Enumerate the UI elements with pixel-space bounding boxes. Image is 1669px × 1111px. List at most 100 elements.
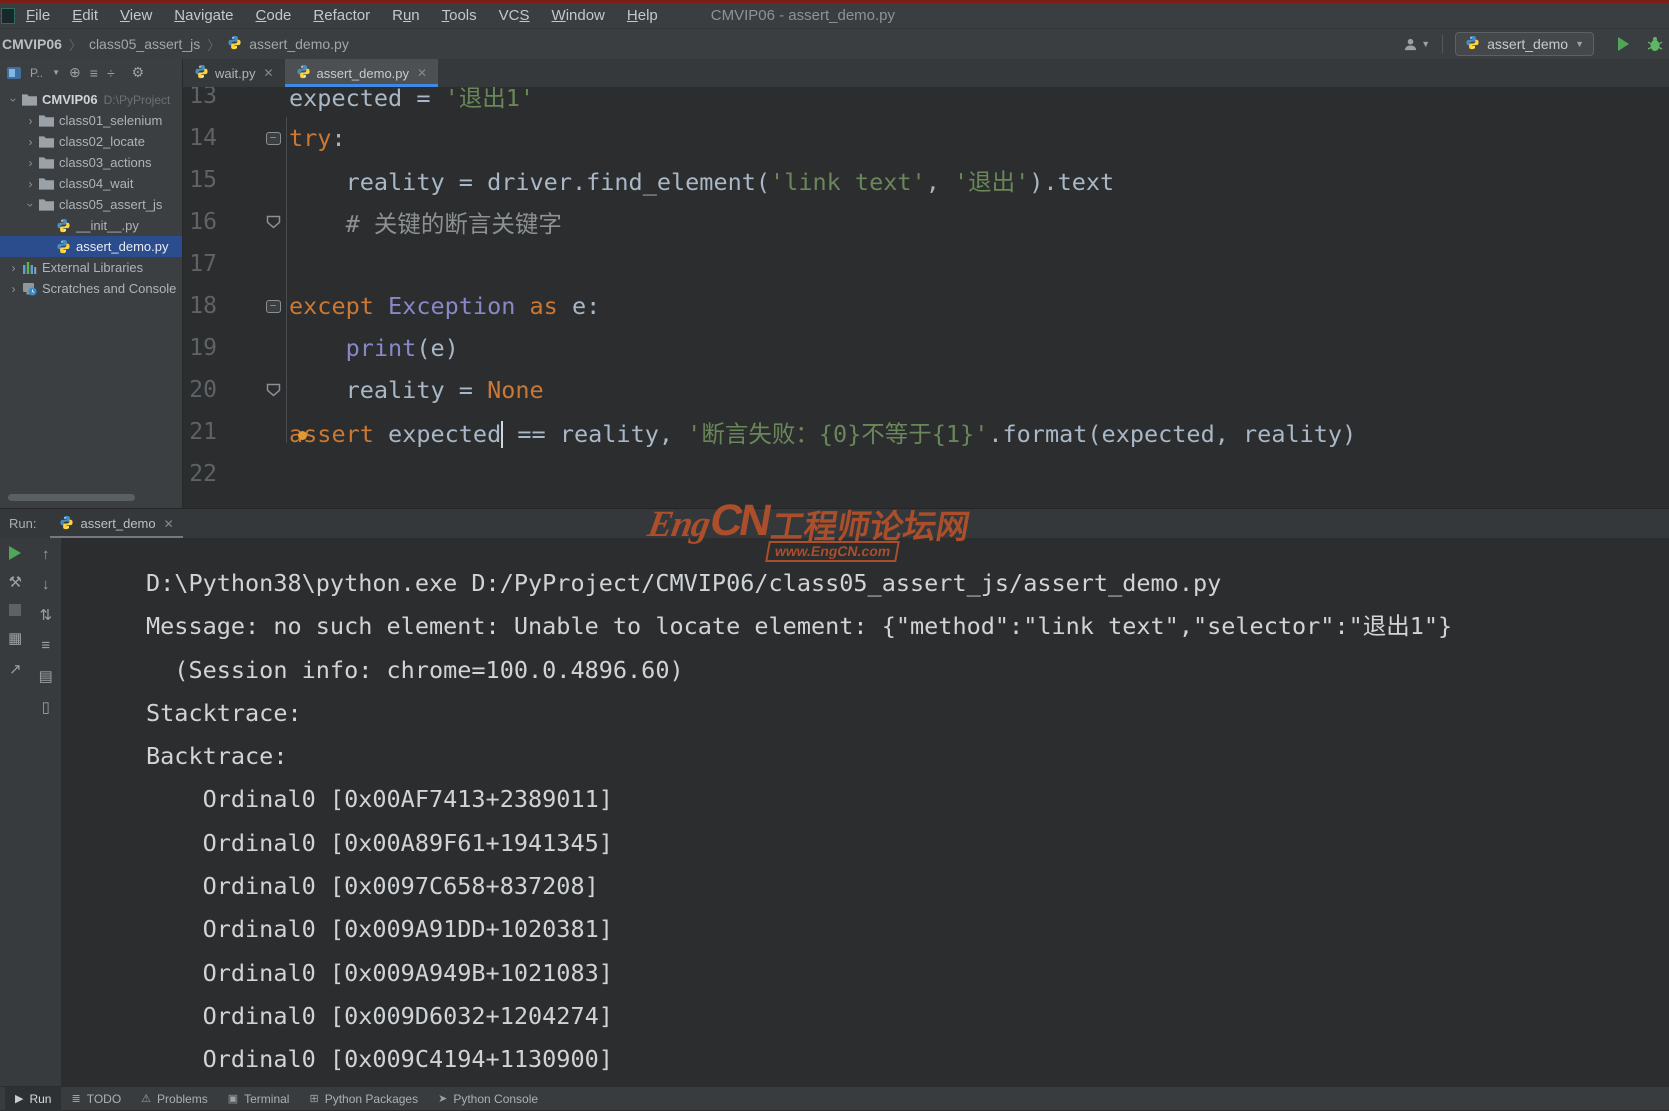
scroll-end-icon[interactable]: ≡	[41, 637, 50, 654]
menu-bar: FileEditViewNavigateCodeRefactorRunTools…	[0, 3, 1669, 28]
collapse-all-icon[interactable]: ≡	[90, 65, 98, 81]
trash-icon[interactable]: ▯	[42, 698, 50, 716]
menu-item-help[interactable]: Help	[616, 7, 669, 24]
nav-right-controls: ▼ assert_demo ▼	[1403, 32, 1669, 56]
breadcrumb-separator: 〉	[69, 35, 82, 54]
stop-icon[interactable]	[9, 604, 21, 616]
statusbar-item-todo[interactable]: ≣TODO	[61, 1087, 131, 1111]
code-token: '断言失败：{0}不等于{1}'	[687, 420, 988, 448]
locate-icon[interactable]: ⊕	[69, 64, 81, 81]
library-icon	[21, 261, 38, 275]
menu-item-edit[interactable]: Edit	[61, 7, 109, 24]
code-text: assert expected == reality, '断言失败：{0}不等于…	[289, 415, 1356, 449]
menu-item-navigate[interactable]: Navigate	[163, 7, 244, 24]
code-editor[interactable]: 13expected = '退出1'14−try:15 reality = dr…	[183, 87, 1669, 508]
tree-item--init-py[interactable]: __init__.py	[0, 215, 182, 236]
statusbar-item-label: TODO	[87, 1092, 121, 1106]
editor-tab-wait-py[interactable]: wait.py✕	[183, 59, 285, 87]
menu-item-file[interactable]: File	[15, 7, 61, 24]
horizontal-scrollbar[interactable]	[8, 494, 135, 501]
tree-item-class03-actions[interactable]: ›class03_actions	[0, 152, 182, 173]
chevron-icon[interactable]: ›	[23, 177, 38, 191]
fold-collapse-icon[interactable]: −	[257, 132, 289, 145]
project-view-icon[interactable]	[7, 67, 21, 79]
code-token: expected	[388, 420, 501, 448]
fold-collapse-icon[interactable]: −	[257, 300, 289, 313]
project-tool-window: P.. ▼ ⊕ ≡ ÷ ⚙ ›CMVIP06D:\PyProject›class…	[0, 59, 183, 508]
up-arrow-icon[interactable]: ↑	[42, 546, 50, 563]
fold-guide-line	[286, 117, 287, 443]
code-token: reality =	[289, 376, 487, 404]
code-token: # 关键的断言关键字	[346, 210, 562, 238]
folder-icon	[21, 93, 38, 106]
tree-item-class01-selenium[interactable]: › class01_selenium	[0, 110, 182, 131]
menu-item-code[interactable]: Code	[245, 7, 303, 24]
wrench-icon[interactable]: ⚒	[9, 573, 22, 591]
editor-tab-label: assert_demo.py	[317, 66, 410, 81]
debug-bug-button[interactable]	[1647, 36, 1663, 52]
statusbar-item-run[interactable]: ▶Run	[5, 1087, 61, 1111]
run-configuration-select[interactable]: assert_demo ▼	[1455, 32, 1594, 56]
rerun-icon[interactable]	[9, 546, 21, 560]
statusbar-item-problems[interactable]: ⚠Problems	[131, 1087, 218, 1111]
chevron-icon[interactable]: ›	[23, 135, 38, 149]
menu-item-refactor[interactable]: Refactor	[302, 7, 381, 24]
fold-end-icon[interactable]	[257, 215, 289, 229]
sort-icon[interactable]: ⇅	[39, 606, 52, 624]
window-title: CMVIP06 - assert_demo.py	[711, 7, 895, 24]
tree-item-class05-assert-js[interactable]: ›class05_assert_js	[0, 194, 182, 215]
statusbar-item-python-packages[interactable]: ⊞Python Packages	[299, 1087, 428, 1111]
code-text: # 关键的断言关键字	[289, 205, 562, 239]
chevron-icon[interactable]: ›	[6, 282, 21, 296]
menu-item-tools[interactable]: Tools	[431, 7, 488, 24]
menu-item-view[interactable]: View	[109, 7, 163, 24]
down-arrow-icon[interactable]: ↓	[42, 576, 50, 593]
tree-item-class02-locate[interactable]: ›class02_locate	[0, 131, 182, 152]
statusbar-item-python-console[interactable]: ➤Python Console	[428, 1087, 548, 1111]
chevron-down-icon: ▼	[1421, 39, 1430, 49]
chevron-icon[interactable]: ›	[23, 114, 38, 128]
breadcrumb-item[interactable]: CMVIP06	[2, 36, 62, 52]
main-workspace: P.. ▼ ⊕ ≡ ÷ ⚙ ›CMVIP06D:\PyProject›class…	[0, 59, 1669, 508]
chevron-icon[interactable]: ›	[7, 92, 21, 107]
tree-item-external-libraries[interactable]: ›External Libraries	[0, 257, 182, 278]
close-icon[interactable]: ✕	[164, 517, 174, 531]
code-line-16: 16 # 关键的断言关键字	[183, 201, 1669, 243]
run-console-tab[interactable]: assert_demo ✕	[50, 509, 182, 538]
settings-gear-icon[interactable]: ⚙	[132, 64, 145, 81]
tree-item-path: D:\PyProject	[104, 93, 171, 107]
tree-item-scratches-and-console[interactable]: ›Scratches and Console	[0, 278, 182, 299]
project-view-selector[interactable]: P..	[30, 66, 43, 80]
menu-item-window[interactable]: Window	[541, 7, 616, 24]
statusbar-item-label: Python Packages	[325, 1092, 418, 1106]
fold-end-icon[interactable]	[257, 383, 289, 397]
code-token: Exception	[388, 292, 529, 320]
pin-icon[interactable]: ↗	[9, 660, 22, 678]
layout-icon[interactable]: ▦	[8, 629, 22, 647]
menu-item-vcs[interactable]: VCS	[488, 7, 541, 24]
chevron-icon[interactable]: ›	[23, 156, 38, 170]
print-icon[interactable]: ▤	[39, 667, 53, 685]
run-button[interactable]	[1618, 37, 1629, 51]
tree-item-class04-wait[interactable]: ›class04_wait	[0, 173, 182, 194]
code-token: '退出'	[954, 168, 1029, 196]
chevron-icon[interactable]: ›	[24, 197, 38, 212]
collaboration-user-icon[interactable]: ▼	[1403, 37, 1430, 52]
chevron-icon[interactable]: ›	[6, 261, 21, 275]
editor-tab-assert-demo-py[interactable]: assert_demo.py ✕	[285, 59, 439, 87]
expand-all-icon[interactable]: ÷	[107, 65, 115, 81]
console-line: (Session info: chrome=100.0.4896.60)	[146, 649, 1669, 692]
console-output[interactable]: D:\Python38\python.exe D:/PyProject/CMVI…	[62, 538, 1669, 1086]
close-icon[interactable]: ✕	[263, 66, 273, 80]
code-token: print	[346, 334, 417, 362]
chevron-down-icon: ▼	[52, 68, 60, 77]
tree-item-cmvip06[interactable]: ›CMVIP06D:\PyProject	[0, 89, 182, 110]
tree-item-assert-demo-py[interactable]: assert_demo.py	[0, 236, 182, 257]
breadcrumb-item[interactable]: assert_demo.py	[249, 36, 349, 52]
tree-item-label: class01_selenium	[59, 113, 162, 128]
statusbar-item-label: Python Console	[453, 1092, 538, 1106]
menu-item-run[interactable]: Run	[381, 7, 431, 24]
close-icon[interactable]: ✕	[417, 66, 427, 80]
statusbar-item-terminal[interactable]: ▣Terminal	[218, 1087, 300, 1111]
breadcrumb-item[interactable]: class05_assert_js	[89, 36, 200, 52]
